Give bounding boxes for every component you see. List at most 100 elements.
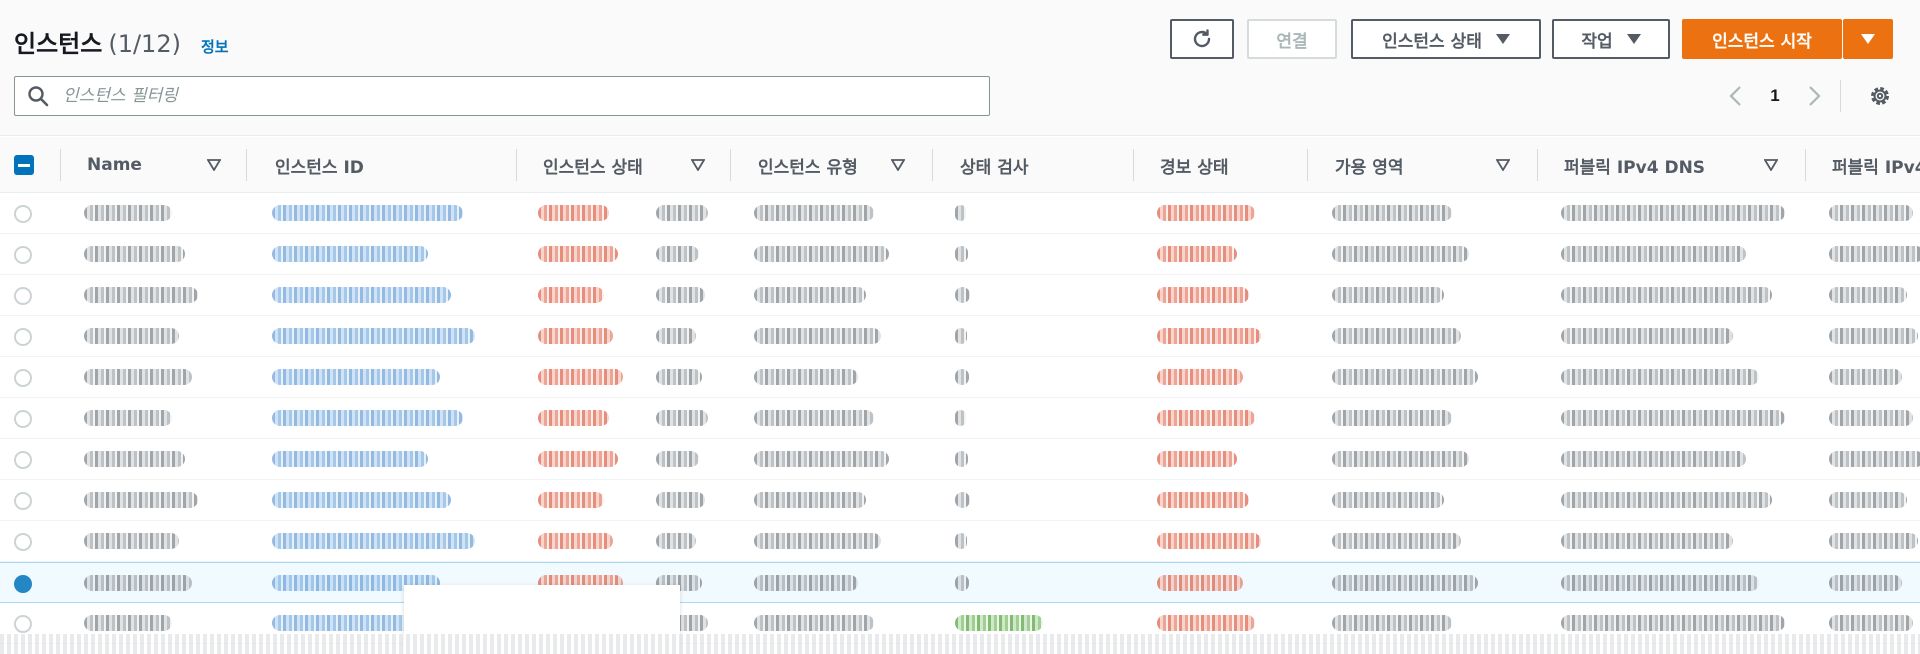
column-divider <box>932 149 933 181</box>
column-label: 경보 상태 <box>1160 157 1229 178</box>
preferences-button[interactable] <box>1864 80 1896 112</box>
row-radio[interactable] <box>14 533 32 551</box>
row-radio[interactable] <box>14 369 32 387</box>
cell-alarm-status <box>1157 287 1249 303</box>
caret-down-icon <box>1626 34 1641 44</box>
cell-state-icon <box>656 451 699 467</box>
column-divider <box>1805 149 1806 181</box>
column-divider <box>730 149 731 181</box>
cell-public-ipv4 <box>1829 533 1918 549</box>
connect-button[interactable]: 연결 <box>1247 19 1337 59</box>
cell-public-dns <box>1561 492 1772 508</box>
refresh-button[interactable] <box>1170 19 1234 59</box>
prev-page-button[interactable] <box>1720 80 1752 112</box>
row-radio[interactable] <box>14 287 32 305</box>
column-header-public-ipv4[interactable]: 퍼블릭 IPv4 <box>1832 137 1920 193</box>
cell-state-icon <box>656 410 708 426</box>
column-header-status-check[interactable]: 상태 검사 <box>960 137 1110 193</box>
cell-public-ipv4 <box>1829 575 1902 591</box>
row-radio[interactable] <box>14 451 32 469</box>
row-radio[interactable] <box>14 492 32 510</box>
column-header-alarm-status[interactable]: 경보 상태 <box>1160 137 1310 193</box>
column-divider <box>516 149 517 181</box>
sort-icon[interactable] <box>891 159 905 171</box>
cell-instance-state <box>538 328 613 344</box>
table-row[interactable] <box>0 439 1920 480</box>
table-row[interactable] <box>0 316 1920 357</box>
sort-icon[interactable] <box>691 159 705 171</box>
column-header-public-dns[interactable]: 퍼블릭 IPv4 DNS <box>1564 137 1724 193</box>
table-row[interactable] <box>0 521 1920 562</box>
cell-instance-id[interactable] <box>272 533 475 549</box>
chevron-right-icon <box>1809 86 1821 106</box>
info-link[interactable]: 정보 <box>201 36 229 57</box>
cell-instance-id[interactable] <box>272 369 440 385</box>
column-header-instance-type[interactable]: 인스턴스 유형 <box>758 137 908 193</box>
cell-public-ipv4 <box>1829 205 1913 221</box>
cell-instance-id[interactable] <box>272 246 428 262</box>
cell-status-check <box>955 287 970 303</box>
cell-instance-type <box>754 328 881 344</box>
launch-instance-button[interactable]: 인스턴스 시작 <box>1682 19 1842 59</box>
row-radio[interactable] <box>14 615 32 633</box>
launch-dropdown-button[interactable] <box>1843 19 1893 59</box>
cell-status-check <box>955 615 1043 631</box>
row-radio[interactable] <box>14 205 32 223</box>
cell-instance-id[interactable] <box>272 451 428 467</box>
cell-instance-type <box>754 492 866 508</box>
table-row[interactable] <box>0 562 1920 603</box>
cell-public-dns <box>1561 533 1733 549</box>
cell-status-check <box>955 533 967 549</box>
select-all-checkbox[interactable] <box>14 155 34 175</box>
cell-instance-type <box>754 287 866 303</box>
cell-alarm-status <box>1157 246 1237 262</box>
column-label: 인스턴스 ID <box>275 157 364 178</box>
sort-icon[interactable] <box>1496 159 1510 171</box>
table-row[interactable] <box>0 357 1920 398</box>
column-header-availability-zone[interactable]: 가용 영역 <box>1335 137 1485 193</box>
row-radio[interactable] <box>14 575 32 593</box>
row-radio[interactable] <box>14 328 32 346</box>
row-radio[interactable] <box>14 410 32 428</box>
column-divider <box>60 149 61 181</box>
table-row[interactable] <box>0 480 1920 521</box>
table-row[interactable] <box>0 398 1920 439</box>
cell-state-icon <box>656 205 708 221</box>
cell-alarm-status <box>1157 492 1249 508</box>
table-row[interactable] <box>0 275 1920 316</box>
cell-availability-zone <box>1332 205 1452 221</box>
cell-name <box>84 246 185 262</box>
cell-instance-id[interactable] <box>272 492 451 508</box>
cell-instance-id[interactable] <box>272 287 451 303</box>
cell-availability-zone <box>1332 451 1469 467</box>
cell-name <box>84 492 198 508</box>
cell-alarm-status <box>1157 533 1261 549</box>
column-header-name[interactable]: Name <box>87 137 247 193</box>
next-page-button[interactable] <box>1798 80 1830 112</box>
table-bottom-edge <box>0 634 1920 654</box>
cell-public-dns <box>1561 369 1759 385</box>
current-page[interactable]: 1 <box>1752 86 1798 106</box>
table-row[interactable] <box>0 193 1920 234</box>
cell-name <box>84 533 179 549</box>
cell-status-check <box>955 492 970 508</box>
instance-state-button[interactable]: 인스턴스 상태 <box>1351 19 1541 59</box>
cell-instance-type <box>754 205 874 221</box>
table-row[interactable] <box>0 234 1920 275</box>
row-radio[interactable] <box>14 246 32 264</box>
cell-instance-id[interactable] <box>272 328 475 344</box>
column-header-instance-id[interactable]: 인스턴스 ID <box>275 137 505 193</box>
instance-count: (1/12) <box>108 30 181 58</box>
cell-instance-id[interactable] <box>272 205 463 221</box>
sort-icon[interactable] <box>207 159 221 171</box>
cell-instance-id[interactable] <box>272 410 463 426</box>
search-input[interactable] <box>63 86 963 106</box>
cell-name <box>84 410 172 426</box>
column-header-instance-state[interactable]: 인스턴스 상태 <box>543 137 693 193</box>
actions-button[interactable]: 작업 <box>1552 19 1670 59</box>
cell-name <box>84 328 179 344</box>
cell-name <box>84 287 198 303</box>
instance-state-label: 인스턴스 상태 <box>1382 31 1482 52</box>
cell-availability-zone <box>1332 246 1469 262</box>
sort-icon[interactable] <box>1764 159 1778 171</box>
